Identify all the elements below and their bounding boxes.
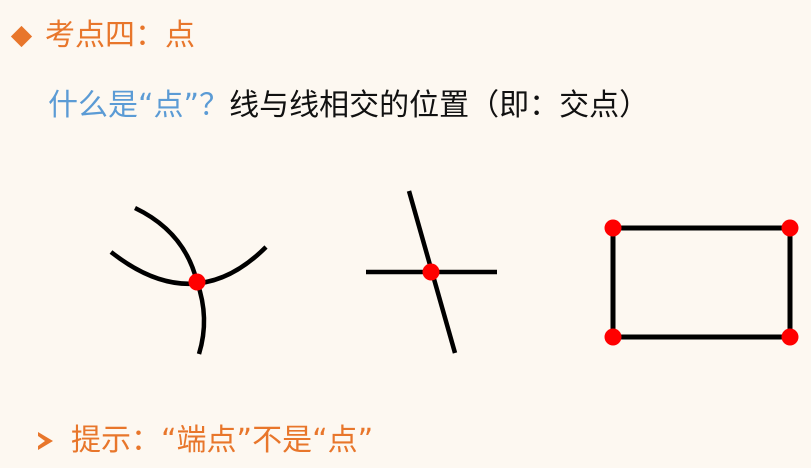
arrowhead-icon <box>38 432 53 450</box>
intersection-diagrams <box>109 190 799 355</box>
figure-rectangle <box>610 225 793 340</box>
vertex-point-bottom-left <box>604 328 622 346</box>
curve-lower <box>194 281 207 355</box>
vertex-point-top-right <box>781 219 799 237</box>
intersection-point <box>188 273 206 291</box>
curve-arc <box>109 245 268 286</box>
vertex-point-top-left <box>604 219 622 237</box>
figure-three-curves <box>109 205 268 355</box>
vertex-point-bottom-right <box>781 328 799 346</box>
hint-text: 提示：“端点”不是“点” <box>71 423 374 458</box>
hint-line: 提示：“端点”不是“点” <box>38 421 373 461</box>
intersection-point <box>422 263 440 281</box>
